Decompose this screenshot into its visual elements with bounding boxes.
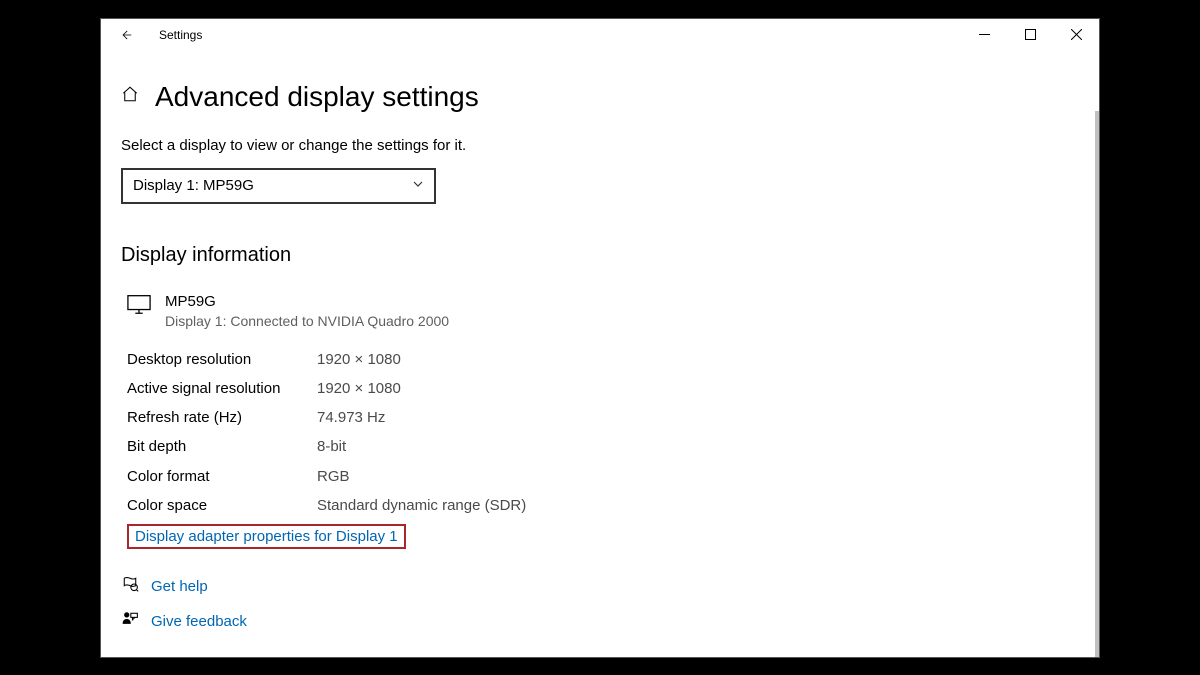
label-bit-depth: Bit depth xyxy=(127,432,317,461)
monitor-connection: Display 1: Connected to NVIDIA Quadro 20… xyxy=(165,313,449,329)
content-area: Advanced display settings Select a displ… xyxy=(101,51,1099,657)
help-icon xyxy=(121,575,139,598)
monitor-icon xyxy=(127,293,151,320)
window-controls xyxy=(961,19,1099,51)
give-feedback-link[interactable]: Give feedback xyxy=(151,613,247,630)
label-color-format: Color format xyxy=(127,462,317,491)
get-help-row: Get help xyxy=(121,575,1079,598)
table-row: Refresh rate (Hz) 74.973 Hz xyxy=(127,403,1079,432)
value-desktop-resolution: 1920 × 1080 xyxy=(317,345,401,374)
value-color-format: RGB xyxy=(317,462,350,491)
table-row: Bit depth 8-bit xyxy=(127,432,1079,461)
section-title: Display information xyxy=(121,244,1079,267)
table-row: Color format RGB xyxy=(127,462,1079,491)
app-title: Settings xyxy=(159,28,202,42)
feedback-icon xyxy=(121,610,139,633)
value-active-signal: 1920 × 1080 xyxy=(317,374,401,403)
table-row: Color space Standard dynamic range (SDR) xyxy=(127,491,1079,520)
dropdown-selected-value: Display 1: MP59G xyxy=(133,177,254,194)
label-color-space: Color space xyxy=(127,491,317,520)
value-bit-depth: 8-bit xyxy=(317,432,346,461)
monitor-summary: MP59G Display 1: Connected to NVIDIA Qua… xyxy=(127,293,1079,329)
help-links: Get help Give feedback xyxy=(121,575,1079,633)
get-help-link[interactable]: Get help xyxy=(151,578,208,595)
value-color-space: Standard dynamic range (SDR) xyxy=(317,491,526,520)
home-icon[interactable] xyxy=(121,85,139,108)
value-refresh-rate: 74.973 Hz xyxy=(317,403,385,432)
display-info-table: Desktop resolution 1920 × 1080 Active si… xyxy=(127,345,1079,521)
display-select-dropdown[interactable]: Display 1: MP59G xyxy=(121,168,436,204)
back-button[interactable] xyxy=(119,28,133,42)
page-title: Advanced display settings xyxy=(155,81,479,113)
give-feedback-row: Give feedback xyxy=(121,610,1079,633)
page-header: Advanced display settings xyxy=(121,81,1079,113)
titlebar: Settings xyxy=(101,19,1099,51)
label-refresh-rate: Refresh rate (Hz) xyxy=(127,403,317,432)
adapter-properties-link[interactable]: Display adapter properties for Display 1 xyxy=(127,524,406,549)
minimize-button[interactable] xyxy=(961,19,1007,51)
label-active-signal: Active signal resolution xyxy=(127,374,317,403)
maximize-button[interactable] xyxy=(1007,19,1053,51)
scrollbar[interactable] xyxy=(1095,111,1099,657)
settings-window: Settings Advanced display settings Selec… xyxy=(100,18,1100,658)
monitor-name: MP59G xyxy=(165,293,449,311)
table-row: Desktop resolution 1920 × 1080 xyxy=(127,345,1079,374)
table-row: Active signal resolution 1920 × 1080 xyxy=(127,374,1079,403)
close-button[interactable] xyxy=(1053,19,1099,51)
label-desktop-resolution: Desktop resolution xyxy=(127,345,317,374)
chevron-down-icon xyxy=(412,177,424,194)
display-select-instruction: Select a display to view or change the s… xyxy=(121,137,1079,154)
